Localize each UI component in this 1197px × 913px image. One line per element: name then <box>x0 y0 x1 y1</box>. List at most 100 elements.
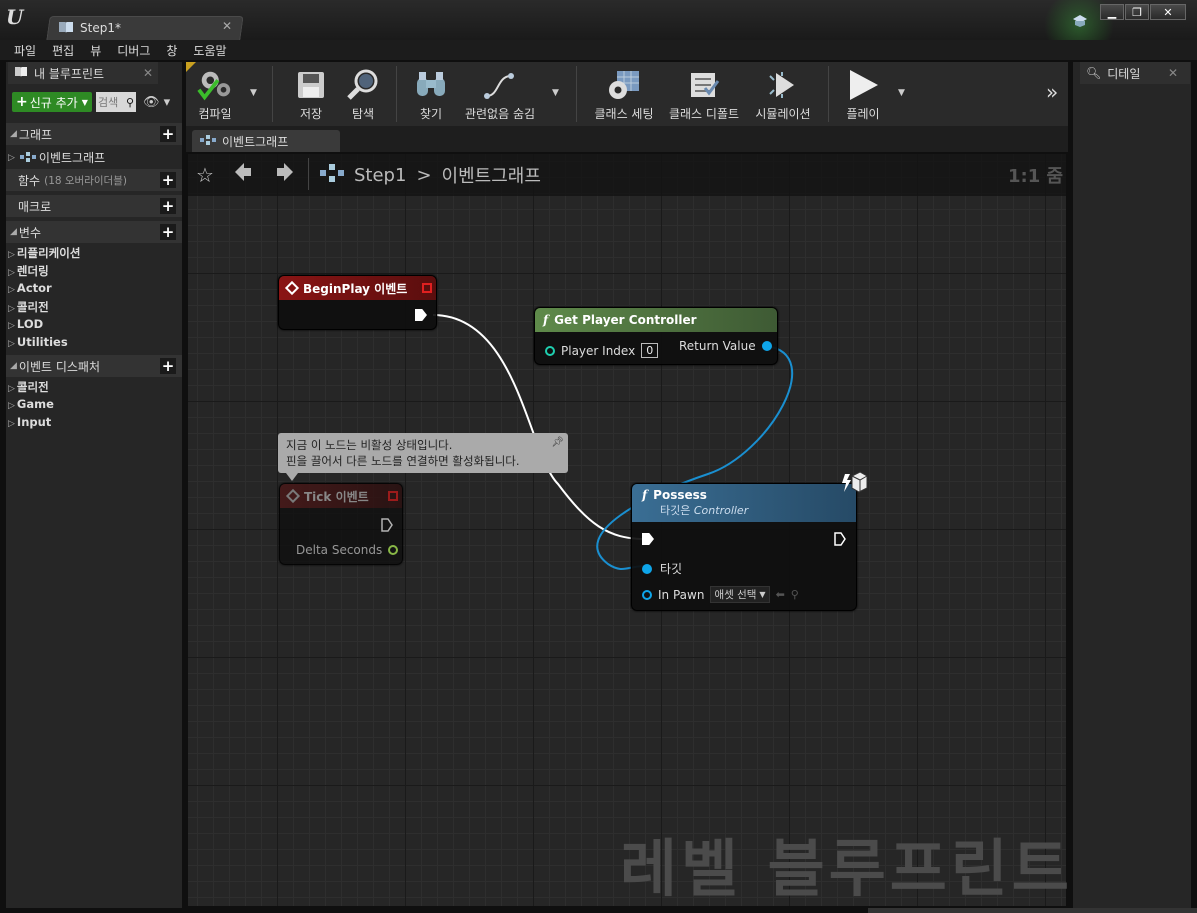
close-icon[interactable]: ✕ <box>143 66 153 80</box>
section-graphs[interactable]: ◢ 그래프 + <box>6 123 182 145</box>
simulation-button[interactable]: 시뮬레이션 <box>752 62 814 126</box>
find-button[interactable]: 찾기 <box>408 62 454 126</box>
menu-debug[interactable]: 디버그 <box>109 42 158 59</box>
compile-button[interactable]: 컴파일 <box>190 62 240 126</box>
server-only-icon <box>840 470 868 501</box>
use-selected-arrow-icon[interactable]: ⬅ <box>776 588 785 601</box>
section-macros-label: 매크로 <box>18 199 52 214</box>
close-window-button[interactable]: ✕ <box>1150 4 1186 20</box>
asset-select-dropdown[interactable]: 애셋 선택 ▼ <box>710 586 770 603</box>
minimize-button[interactable]: ▁ <box>1100 4 1124 20</box>
function-icon: f <box>642 488 648 502</box>
play-options-chevron-icon[interactable]: ▼ <box>898 88 905 98</box>
class-defaults-label: 클래스 디폴트 <box>668 107 740 121</box>
possess-node-title: Possess <box>653 488 707 502</box>
variable-category-lod[interactable]: ▷ LOD <box>8 317 43 331</box>
section-functions[interactable]: 함수 (18 오버라이더블) + <box>6 169 182 191</box>
section-macros[interactable]: 매크로 + <box>6 195 182 217</box>
section-functions-label: 함수 <box>18 173 41 188</box>
add-variable-button[interactable]: + <box>160 224 176 240</box>
player-index-input[interactable]: 0 <box>641 343 659 358</box>
menu-edit[interactable]: 편집 <box>44 42 82 59</box>
menu-help[interactable]: 도움말 <box>185 42 234 59</box>
browse-button[interactable]: 탐색 <box>340 62 386 126</box>
section-event-dispatchers[interactable]: ◢ 이벤트 디스패처 + <box>6 355 182 377</box>
target-pin[interactable] <box>642 563 652 574</box>
exec-output-pin-hollow[interactable] <box>834 532 846 549</box>
get-player-controller-node[interactable]: f Get Player Controller Player Index 0 R… <box>534 307 778 365</box>
maximize-button[interactable]: ❐ <box>1125 4 1149 20</box>
compile-options-chevron-icon[interactable]: ▼ <box>250 88 257 98</box>
add-dispatcher-button[interactable]: + <box>160 358 176 374</box>
dispatcher-category-game[interactable]: ▷ Game <box>8 397 54 411</box>
hide-unrelated-button[interactable]: 관련없음 숨김 <box>462 62 538 126</box>
play-button[interactable]: 플레이 <box>838 62 888 126</box>
my-blueprint-tab-label: 내 블루프린트 <box>34 66 105 81</box>
menu-file[interactable]: 파일 <box>6 42 44 59</box>
in-pawn-pin[interactable] <box>642 589 652 600</box>
binoculars-icon <box>413 68 449 102</box>
target-label: 타깃 <box>660 562 683 576</box>
save-label: 저장 <box>299 107 323 121</box>
add-function-button[interactable]: + <box>160 172 176 188</box>
toolbar-separator <box>828 66 829 122</box>
player-index-pin[interactable] <box>545 345 555 356</box>
view-options-eye-icon[interactable]: 👁︎ ▾ <box>143 95 170 110</box>
menu-window[interactable]: 창 <box>158 42 185 59</box>
category-label: Actor <box>16 281 52 295</box>
search-icon: ⚲ <box>125 95 134 109</box>
tab-event-graph[interactable]: 이벤트그래프 <box>192 130 340 152</box>
section-dispatchers-label: 이벤트 디스패처 <box>18 359 101 374</box>
possess-subtitle-class: Controller <box>693 504 749 517</box>
tick-node-title: Tick 이벤트 <box>304 489 369 504</box>
beginplay-event-node[interactable]: BeginPlay 이벤트 <box>278 275 437 330</box>
my-blueprint-tab[interactable]: 내 블루프린트 <box>8 62 158 84</box>
possess-node[interactable]: f Possess 타깃은 Controller 타깃 In Pawn 애셋 선… <box>631 483 857 611</box>
browse-search-icon[interactable]: ⚲ <box>791 588 799 601</box>
source-control-icon[interactable] <box>1072 14 1088 28</box>
variable-category-replication[interactable]: ▷ 리플리케이션 <box>8 245 80 261</box>
variable-category-rendering[interactable]: ▷ 렌더링 <box>8 263 49 279</box>
save-button[interactable]: 저장 <box>288 62 334 126</box>
exec-output-pin[interactable] <box>415 309 427 321</box>
book-icon <box>14 66 28 81</box>
delta-seconds-pin[interactable] <box>388 545 399 555</box>
functions-override-count: (18 오버라이더블) <box>44 174 127 187</box>
search-placeholder: 검색 <box>98 96 118 109</box>
toolbar-overflow-chevrons-icon[interactable]: » <box>1046 80 1058 104</box>
close-icon[interactable]: ✕ <box>222 19 232 33</box>
hide-unrelated-chevron-icon[interactable]: ▼ <box>552 88 559 98</box>
details-magnifier-icon: 🔍︎ <box>1086 66 1102 80</box>
add-macro-button[interactable]: + <box>160 198 176 214</box>
variable-category-collision[interactable]: ▷ 콜리전 <box>8 299 49 315</box>
add-new-button[interactable]: + 신규 추가 ▼ <box>12 92 92 112</box>
graph-watermark: 레벨 블루프린트 <box>620 832 1073 905</box>
menu-view[interactable]: 뷰 <box>82 42 109 59</box>
pin-icon[interactable]: 📌︎ <box>551 435 564 451</box>
category-label: Utilities <box>16 335 68 349</box>
exec-output-pin-hollow[interactable] <box>381 518 393 535</box>
delegate-pin-icon[interactable] <box>388 491 398 501</box>
tick-event-node[interactable]: Tick 이벤트 Delta Seconds <box>279 483 403 565</box>
class-defaults-button[interactable]: 클래스 디폴트 <box>666 62 742 126</box>
exec-input-pin[interactable] <box>642 533 654 545</box>
get-player-controller-title: Get Player Controller <box>554 313 697 327</box>
event-graph-icon <box>200 134 216 148</box>
section-variables-label: 변수 <box>18 225 42 240</box>
close-icon[interactable]: ✕ <box>1168 66 1178 80</box>
variable-category-utilities[interactable]: ▷ Utilities <box>8 335 68 349</box>
category-label: 콜리전 <box>16 380 49 394</box>
return-value-pin[interactable] <box>761 341 772 351</box>
add-graph-button[interactable]: + <box>160 126 176 142</box>
dispatcher-category-input[interactable]: ▷ Input <box>8 415 51 429</box>
class-settings-button[interactable]: 클래스 세팅 <box>590 62 658 126</box>
section-variables[interactable]: ◢ 변수 + <box>6 221 182 243</box>
delegate-pin-icon[interactable] <box>422 283 432 293</box>
dispatcher-category-collision[interactable]: ▷ 콜리전 <box>8 379 49 395</box>
document-tab-content[interactable]: Step1* <box>58 16 238 40</box>
sidebar-item-event-graph[interactable]: ▷ 이벤트그래프 <box>8 149 105 166</box>
magnifier-icon <box>345 68 381 102</box>
variable-category-actor[interactable]: ▷ Actor <box>8 281 52 295</box>
compile-label: 컴파일 <box>198 107 232 121</box>
search-input[interactable]: 검색 ⚲ <box>96 92 136 112</box>
